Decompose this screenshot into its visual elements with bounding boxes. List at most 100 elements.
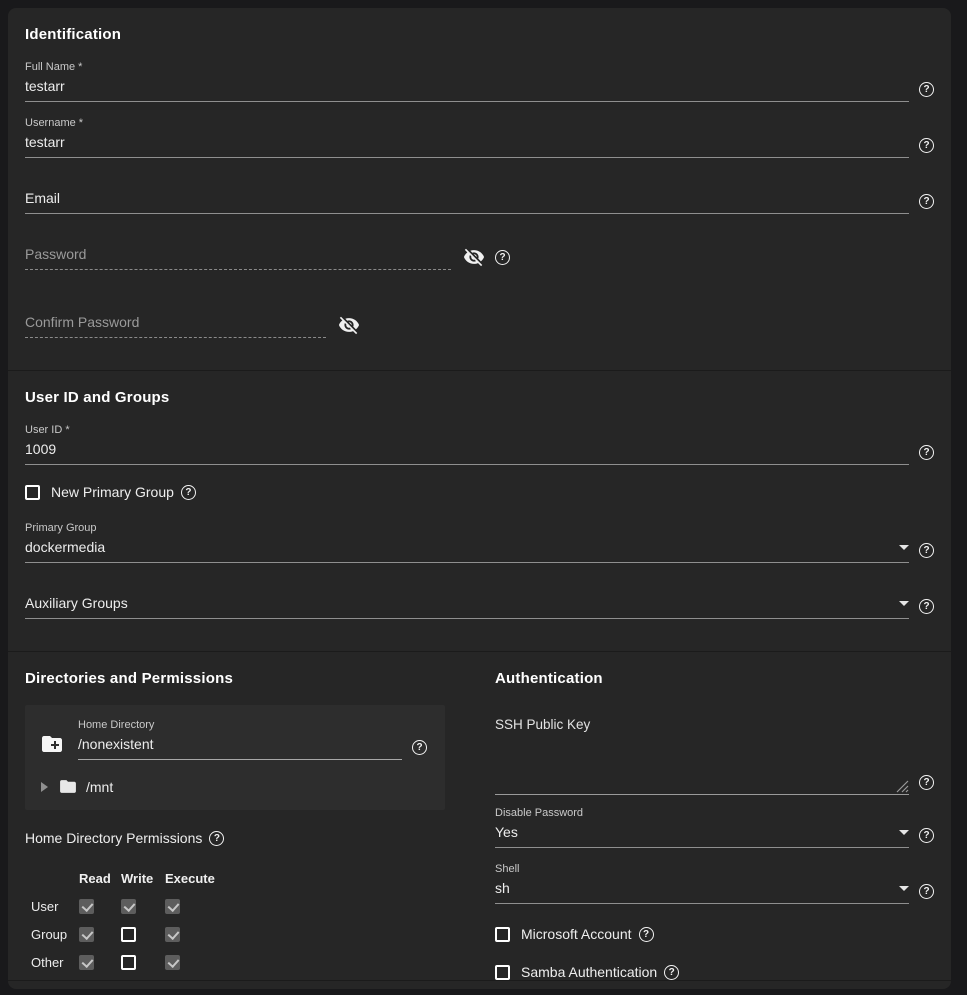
authentication-column: Authentication SSH Public Key Disable Pa…: [495, 662, 934, 980]
microsoft-account-row: Microsoft Account: [495, 926, 934, 942]
shell-help-icon[interactable]: [919, 884, 934, 899]
perm-row-other-label: Other: [31, 955, 79, 970]
full-name-value[interactable]: testarr: [25, 78, 909, 95]
home-directory-label: Home Directory: [78, 719, 402, 732]
primary-group-label: Primary Group: [25, 522, 909, 535]
disable-password-field[interactable]: Disable Password Yes: [495, 807, 934, 848]
username-label: Username *: [25, 117, 909, 130]
perm-col-write: Write: [121, 871, 165, 886]
perm-group-execute-checkbox[interactable]: [165, 927, 180, 942]
ssh-public-key-label[interactable]: SSH Public Key: [495, 717, 909, 732]
section-identification: Identification Full Name * testarr Usern…: [8, 8, 951, 370]
password-visibility-toggle-icon[interactable]: [463, 246, 485, 268]
permissions-header-row: Read Write Execute: [31, 864, 471, 892]
auxiliary-groups-help-icon[interactable]: [919, 599, 934, 614]
folder-icon: [57, 777, 79, 796]
user-id-help-icon[interactable]: [919, 445, 934, 460]
full-name-help-icon[interactable]: [919, 82, 934, 97]
home-directory-help-icon[interactable]: [412, 740, 427, 755]
new-primary-group-row: New Primary Group: [25, 484, 934, 500]
primary-group-dropdown-arrow-icon[interactable]: [899, 545, 909, 550]
full-name-label: Full Name *: [25, 61, 909, 74]
section-directories-authentication: Directories and Permissions Home Directo…: [8, 651, 951, 980]
confirm-password-field: Confirm Password: [25, 297, 934, 338]
permissions-row-user: User: [31, 892, 471, 920]
microsoft-account-checkbox[interactable]: [495, 927, 510, 942]
microsoft-account-label: Microsoft Account: [521, 926, 632, 942]
perm-group-read-checkbox[interactable]: [79, 927, 94, 942]
perm-group-write-checkbox[interactable]: [121, 927, 136, 942]
disable-password-label: Disable Password: [495, 807, 909, 820]
ssh-public-key-help-icon[interactable]: [919, 775, 934, 790]
user-id-label: User ID *: [25, 424, 909, 437]
new-primary-group-label: New Primary Group: [51, 484, 174, 500]
samba-authentication-row: Samba Authentication: [495, 964, 934, 980]
home-directory-value[interactable]: /nonexistent: [78, 736, 402, 753]
new-primary-group-help-icon[interactable]: [181, 485, 196, 500]
tree-item-mnt[interactable]: /mnt: [38, 777, 445, 796]
perm-other-execute-checkbox[interactable]: [165, 955, 180, 970]
password-help-icon[interactable]: [495, 250, 510, 265]
perm-user-execute-checkbox[interactable]: [165, 899, 180, 914]
user-id-value[interactable]: 1009: [25, 441, 909, 458]
samba-authentication-label: Samba Authentication: [521, 964, 657, 980]
disable-password-help-icon[interactable]: [919, 828, 934, 843]
perm-user-read-checkbox[interactable]: [79, 899, 94, 914]
perm-col-execute: Execute: [165, 871, 227, 886]
home-directory-permissions-help-icon[interactable]: [209, 831, 224, 846]
email-label[interactable]: Email: [25, 190, 909, 207]
form-actions-bar: SUBMIT CANCEL DOWNLOAD SSH PUBLIC KEY: [8, 980, 951, 989]
perm-col-read: Read: [79, 871, 121, 886]
samba-authentication-checkbox[interactable]: [495, 965, 510, 980]
email-help-icon[interactable]: [919, 194, 934, 209]
full-name-field[interactable]: Full Name * testarr: [25, 61, 934, 102]
auxiliary-groups-label[interactable]: Auxiliary Groups: [25, 595, 891, 612]
ssh-public-key-textarea[interactable]: [495, 732, 909, 794]
username-value[interactable]: testarr: [25, 134, 909, 151]
directories-column: Directories and Permissions Home Directo…: [25, 662, 471, 980]
perm-user-write-checkbox[interactable]: [121, 899, 136, 914]
home-directory-permissions-row: Home Directory Permissions: [25, 830, 471, 846]
permissions-row-other: Other: [31, 948, 471, 976]
section-title-authentication: Authentication: [495, 670, 934, 687]
shell-label: Shell: [495, 863, 909, 876]
auxiliary-groups-dropdown-arrow-icon[interactable]: [899, 601, 909, 606]
confirm-password-visibility-toggle-icon[interactable]: [338, 314, 360, 336]
tree-expand-icon[interactable]: [41, 782, 48, 792]
primary-group-field[interactable]: Primary Group dockermedia: [25, 522, 934, 563]
user-id-field[interactable]: User ID * 1009: [25, 424, 934, 465]
microsoft-account-help-icon[interactable]: [639, 927, 654, 942]
textarea-resize-handle-icon[interactable]: [896, 780, 909, 793]
confirm-password-placeholder[interactable]: Confirm Password: [25, 314, 326, 331]
home-directory-field[interactable]: Home Directory /nonexistent: [78, 719, 402, 760]
perm-other-write-checkbox[interactable]: [121, 955, 136, 970]
primary-group-value[interactable]: dockermedia: [25, 539, 891, 556]
shell-value[interactable]: sh: [495, 880, 891, 897]
user-form-card: Identification Full Name * testarr Usern…: [8, 8, 951, 989]
tree-item-mnt-label: /mnt: [86, 779, 113, 795]
home-directory-tree-panel: Home Directory /nonexistent /mnt: [25, 705, 445, 810]
disable-password-value[interactable]: Yes: [495, 824, 891, 841]
shell-dropdown-arrow-icon[interactable]: [899, 886, 909, 891]
password-field: Password: [25, 229, 934, 270]
perm-row-user-label: User: [31, 899, 79, 914]
primary-group-help-icon[interactable]: [919, 543, 934, 558]
new-primary-group-checkbox[interactable]: [25, 485, 40, 500]
section-user-id-groups: User ID and Groups User ID * 1009 New Pr…: [8, 370, 951, 651]
home-directory-permissions-label: Home Directory Permissions: [25, 830, 202, 846]
ssh-public-key-field: SSH Public Key: [495, 717, 934, 795]
username-help-icon[interactable]: [919, 138, 934, 153]
perm-row-group-label: Group: [31, 927, 79, 942]
username-field[interactable]: Username * testarr: [25, 117, 934, 158]
samba-authentication-help-icon[interactable]: [664, 965, 679, 980]
perm-other-read-checkbox[interactable]: [79, 955, 94, 970]
email-field[interactable]: Email: [25, 173, 934, 214]
auxiliary-groups-field[interactable]: Auxiliary Groups: [25, 578, 934, 619]
section-title-identification: Identification: [25, 26, 934, 43]
shell-field[interactable]: Shell sh: [495, 863, 934, 904]
section-title-user-id-groups: User ID and Groups: [25, 389, 934, 406]
disable-password-dropdown-arrow-icon[interactable]: [899, 830, 909, 835]
permissions-table: Read Write Execute User Group: [31, 864, 471, 976]
create-new-folder-icon[interactable]: [38, 732, 66, 756]
password-placeholder[interactable]: Password: [25, 246, 451, 263]
